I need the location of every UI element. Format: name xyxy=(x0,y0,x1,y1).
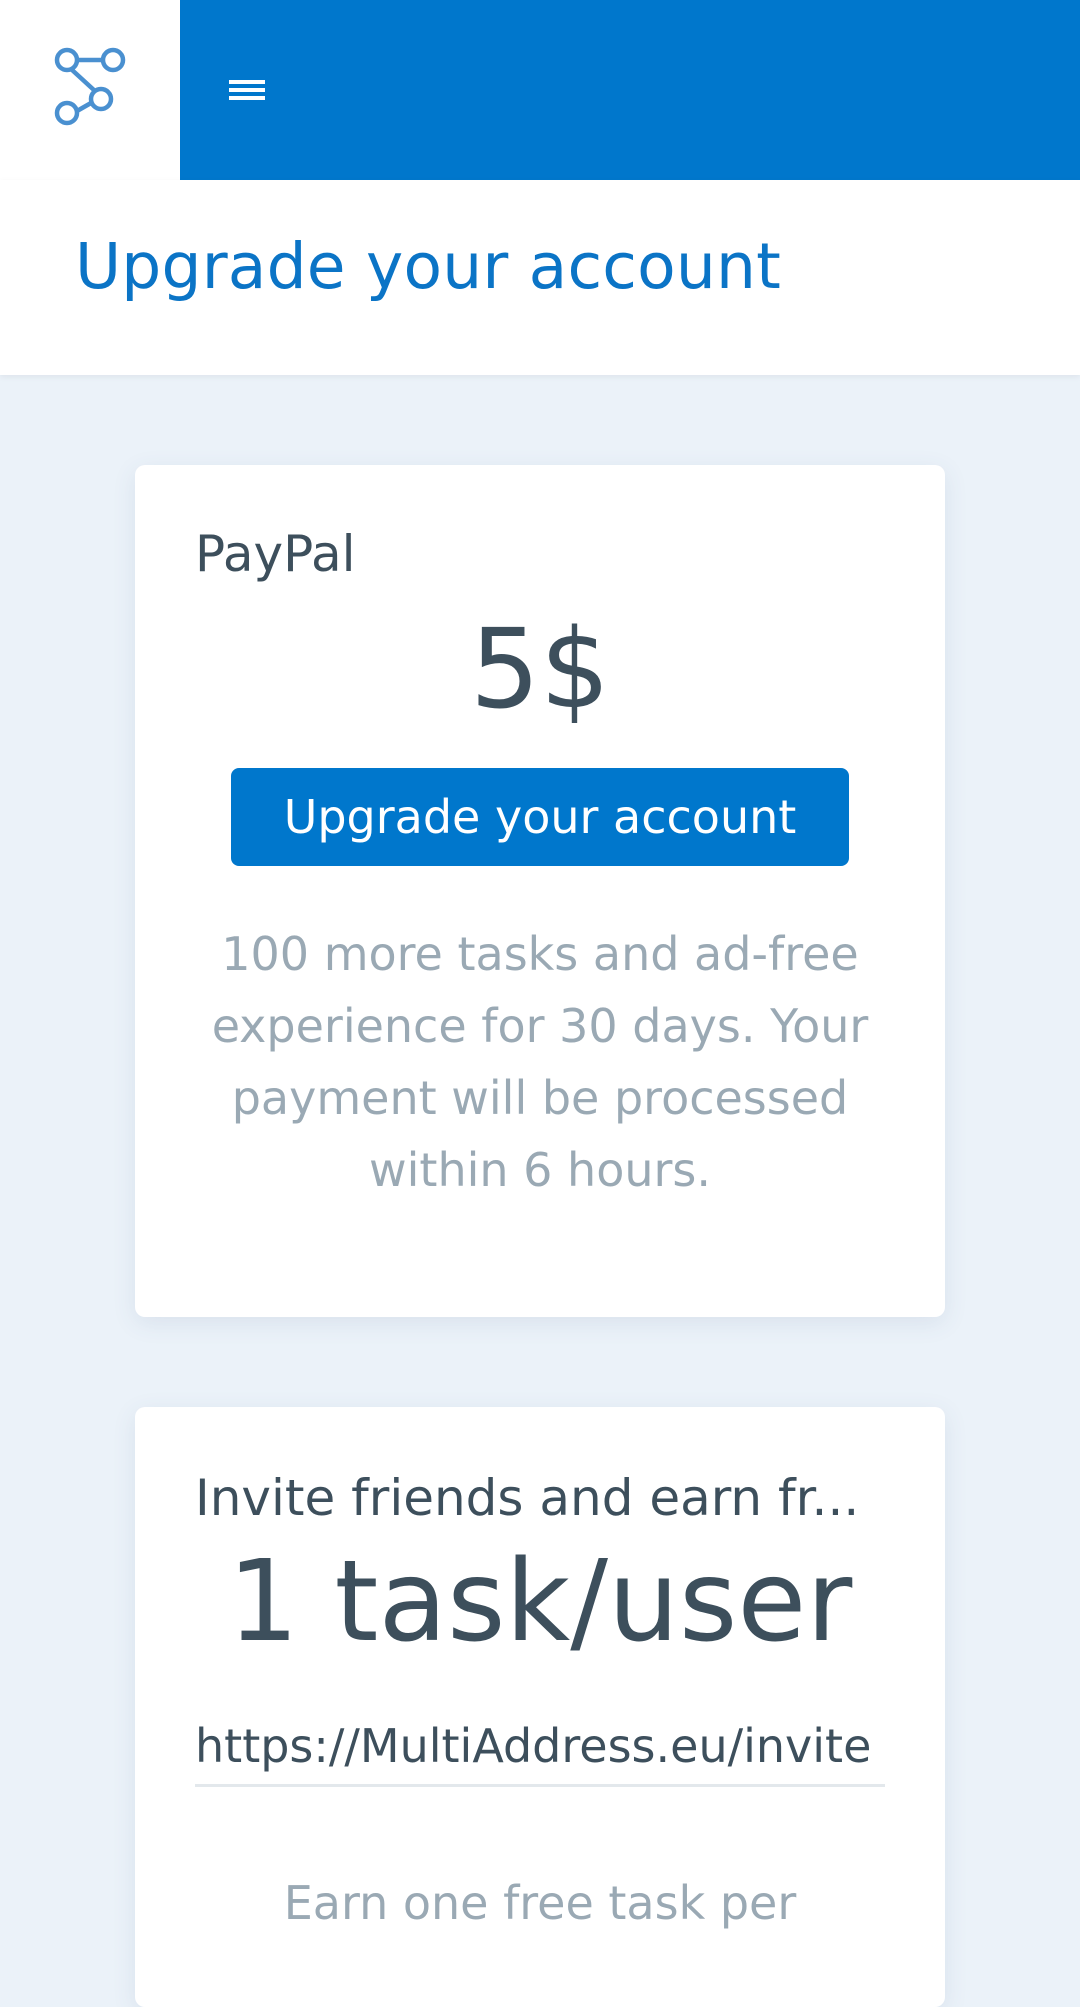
reward-value: 1 task/user xyxy=(227,1537,853,1667)
page-title: Upgrade your account xyxy=(75,230,782,303)
app-bar xyxy=(180,0,1080,180)
upgrade-account-button[interactable]: Upgrade your account xyxy=(231,768,849,866)
hamburger-menu-icon[interactable] xyxy=(227,70,267,110)
share-nodes-icon xyxy=(45,43,135,137)
invite-link-field[interactable] xyxy=(195,1707,885,1787)
top-bar xyxy=(0,0,1080,180)
invite-description: Earn one free task per xyxy=(283,1876,797,1930)
paypal-description: 100 more tasks and ad-free experience fo… xyxy=(211,927,869,1197)
price-value: 5$ xyxy=(470,605,610,733)
card-label-invite: Invite friends and earn fr... xyxy=(195,1469,860,1527)
invite-card: Invite friends and earn fr... 1 task/use… xyxy=(135,1407,945,2007)
page-header: Upgrade your account xyxy=(0,180,1080,375)
paypal-card: PayPal 5$ Upgrade your account 100 more … xyxy=(135,465,945,1317)
logo[interactable] xyxy=(0,0,180,180)
card-label-paypal: PayPal xyxy=(195,525,356,583)
